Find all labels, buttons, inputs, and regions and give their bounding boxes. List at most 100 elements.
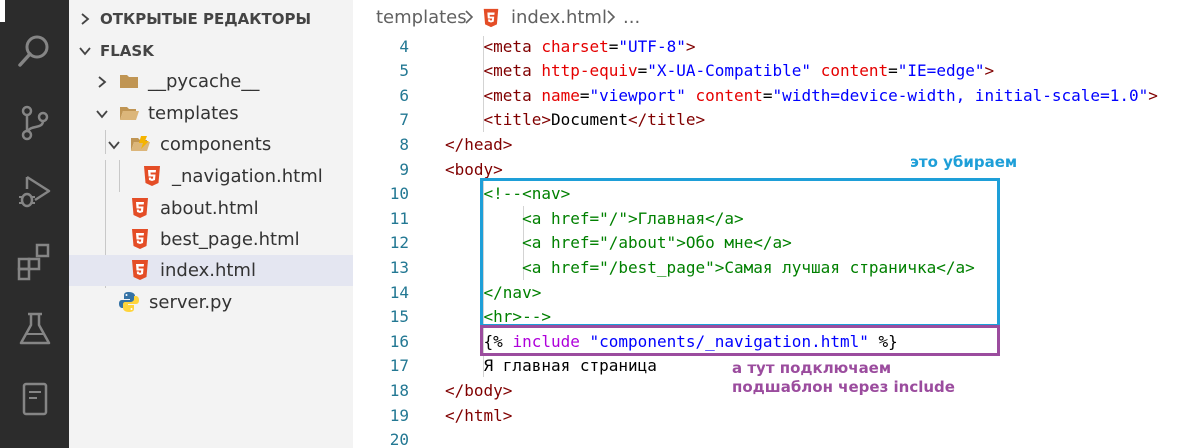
code-editor[interactable]: templates index.html ... 4 5 6 7 8 9 10 11 12 13 1… xyxy=(353,0,1189,448)
tree-item-label: _navigation.html xyxy=(172,166,323,187)
chevron-right-icon xyxy=(463,9,475,29)
html5-file-icon xyxy=(144,166,160,186)
tree-item-label: server.py xyxy=(149,292,233,313)
code-token: "IE=edge" xyxy=(897,61,985,81)
code-token: </title> xyxy=(628,110,706,130)
line-number: 19 xyxy=(389,405,409,425)
code-line[interactable]: <meta charset="UTF-8"> xyxy=(445,35,696,60)
tree-item-components[interactable]: components xyxy=(69,129,353,160)
code-token: "width=device-width, initial-scale=1.0" xyxy=(772,85,1149,105)
code-token: content xyxy=(695,85,763,105)
code-line[interactable]: </head> xyxy=(445,133,512,158)
code-token: > xyxy=(984,61,995,81)
code-token: <body> xyxy=(445,159,503,179)
run-debug-icon[interactable] xyxy=(14,170,56,212)
active-indicator xyxy=(0,0,5,22)
breadcrumb-folder[interactable]: templates xyxy=(376,7,467,28)
annotation-include-label-line2: подшаблон через include xyxy=(732,378,955,396)
code-line[interactable]: <title>Document</title> xyxy=(445,108,706,133)
code-line[interactable]: </body> xyxy=(445,379,512,404)
code-line[interactable]: <meta http-equiv="X-UA-Compatible" conte… xyxy=(445,59,995,84)
tree-item-best-page-html[interactable]: best_page.html xyxy=(69,224,353,255)
code-line[interactable]: </html> xyxy=(445,404,512,429)
tree-item-label: index.html xyxy=(160,260,256,281)
search-icon[interactable] xyxy=(14,30,56,72)
line-number: 11 xyxy=(389,208,409,228)
chevron-right-icon xyxy=(95,75,109,89)
breadcrumb-more[interactable]: ... xyxy=(623,7,640,28)
code-token: = xyxy=(579,85,590,105)
notebook-icon[interactable] xyxy=(14,378,56,420)
code-token: > xyxy=(1148,85,1158,105)
chevron-down-icon xyxy=(107,138,121,152)
line-number: 7 xyxy=(399,110,409,130)
source-control-icon[interactable] xyxy=(14,102,56,144)
code-token: = xyxy=(637,61,648,81)
code-line[interactable]: <meta name="viewport" content="width=dev… xyxy=(445,84,1158,109)
tree-item-label: best_page.html xyxy=(160,229,300,250)
html5-file-icon xyxy=(132,198,148,218)
tree-item-label: about.html xyxy=(160,198,259,219)
python-file-icon xyxy=(119,292,139,312)
folder-icon xyxy=(120,75,138,88)
line-number: 5 xyxy=(399,61,409,81)
chevron-right-icon xyxy=(605,9,617,29)
code-token: > xyxy=(685,36,696,56)
tree-item-pycache[interactable]: __pycache__ xyxy=(69,66,353,97)
workspace-section-header[interactable]: FLASK xyxy=(69,35,353,66)
code-token: </head> xyxy=(445,134,513,154)
tree-item-server-py[interactable]: server.py xyxy=(69,287,353,318)
code-token: name xyxy=(541,85,580,105)
line-number: 18 xyxy=(389,380,409,400)
folder-open-components-icon xyxy=(131,136,150,151)
testing-flask-icon[interactable] xyxy=(14,308,56,350)
line-number: 14 xyxy=(389,282,409,302)
chevron-down-icon xyxy=(95,107,109,121)
code-line[interactable]: Я главная страница xyxy=(445,354,657,379)
line-number: 20 xyxy=(389,430,409,448)
line-number: 17 xyxy=(389,356,409,376)
breadcrumb: templates index.html ... xyxy=(353,0,1189,36)
line-number: 12 xyxy=(389,233,409,253)
tree-item-label: templates xyxy=(148,103,239,124)
line-number: 6 xyxy=(399,85,409,105)
line-number: 9 xyxy=(399,159,409,179)
code-token: <title> xyxy=(483,110,551,130)
chevron-right-icon xyxy=(78,12,92,26)
line-number: 13 xyxy=(389,257,409,277)
code-token: "X-UA-Compatible" xyxy=(647,61,812,81)
line-number: 15 xyxy=(389,307,409,327)
extensions-icon[interactable] xyxy=(14,240,56,282)
html5-file-icon xyxy=(132,229,148,249)
code-token: <meta xyxy=(483,61,542,81)
line-number: 10 xyxy=(389,184,409,204)
line-number: 16 xyxy=(389,331,409,351)
code-token: Document xyxy=(550,110,629,130)
breadcrumb-file[interactable]: index.html xyxy=(511,7,607,28)
tree-item-about-html[interactable]: about.html xyxy=(69,193,353,224)
open-editors-section-header[interactable]: ОТКРЫТЫЕ РЕДАКТОРЫ xyxy=(69,3,353,34)
tree-item-templates[interactable]: templates xyxy=(69,98,353,129)
code-token: "UTF-8" xyxy=(618,36,686,56)
annotation-include-label-line1: а тут подключаем xyxy=(732,359,892,377)
code-token: = xyxy=(888,61,898,81)
annotation-remove-label: это убираем xyxy=(910,153,1018,171)
line-number: 4 xyxy=(399,36,409,56)
chevron-down-icon xyxy=(78,44,92,58)
code-token: "viewport" xyxy=(589,85,686,105)
code-token: <meta xyxy=(483,85,542,105)
code-token: <meta xyxy=(483,36,542,56)
code-token: Я главная страница xyxy=(483,356,657,376)
annotation-remove-box xyxy=(480,178,1000,327)
tree-item-label: components xyxy=(160,134,272,155)
code-token: </body> xyxy=(445,380,513,400)
tree-item-index-html[interactable]: index.html xyxy=(69,255,353,286)
tree-item-navigation-html[interactable]: _navigation.html xyxy=(69,161,353,192)
html5-file-icon xyxy=(132,260,148,280)
